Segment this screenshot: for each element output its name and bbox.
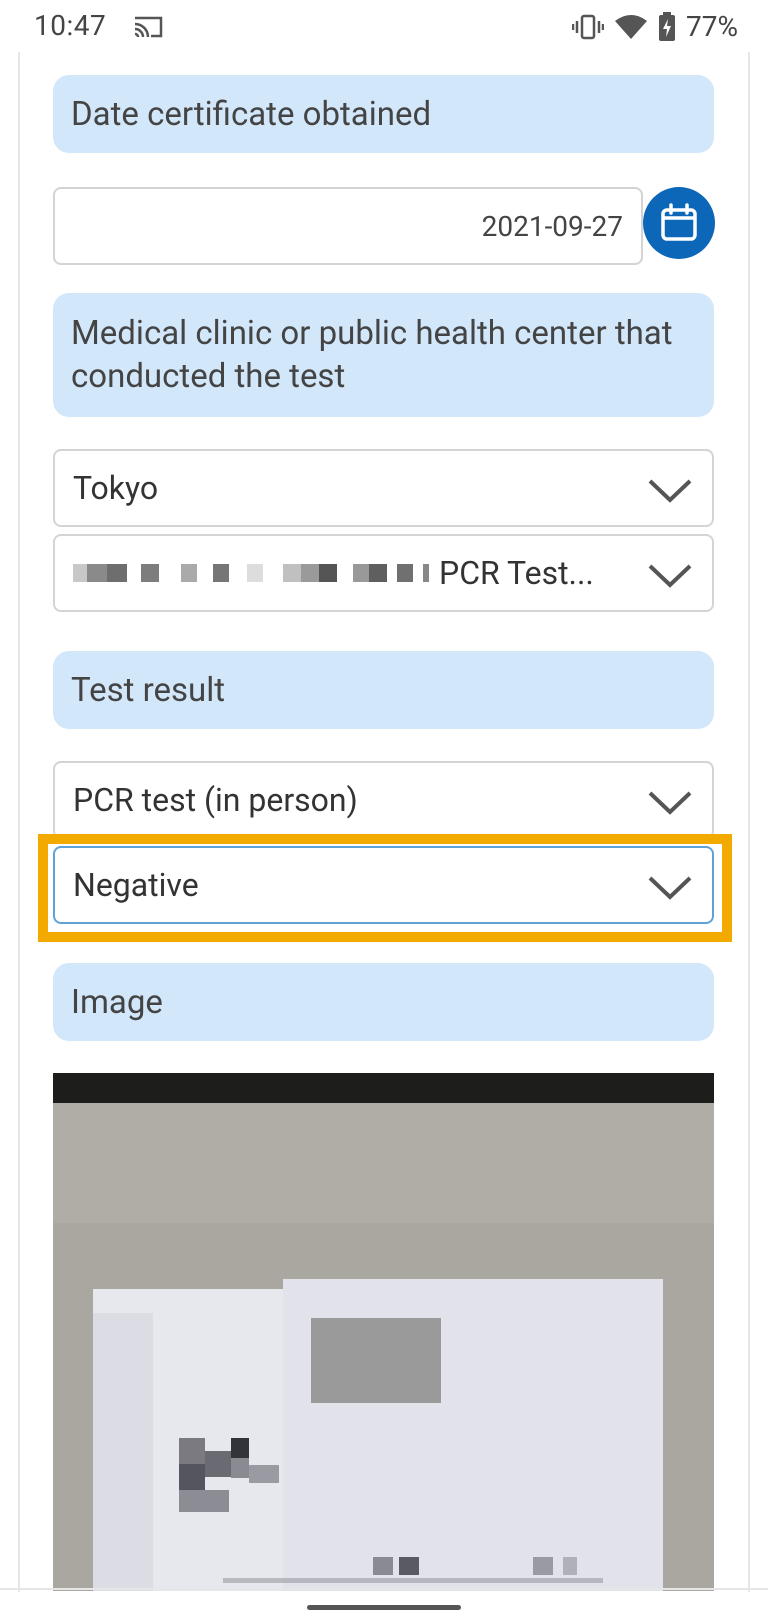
chevron-down-icon xyxy=(648,479,692,503)
vibrate-icon xyxy=(572,14,605,39)
prefecture-select[interactable]: Tokyo xyxy=(53,449,714,527)
result-label: Test result xyxy=(53,651,714,729)
calendar-button[interactable] xyxy=(643,187,715,259)
clinic-label: Medical clinic or public health center t… xyxy=(53,293,714,417)
result-value: Negative xyxy=(73,866,199,904)
date-input[interactable]: 2021-09-27 xyxy=(53,187,643,265)
image-label: Image xyxy=(53,963,714,1041)
date-value: 2021-09-27 xyxy=(481,209,623,243)
test-type-value: PCR test (in person) xyxy=(73,781,358,819)
chevron-down-icon xyxy=(648,791,692,815)
status-time: 10:47 xyxy=(34,9,107,42)
redacted-text xyxy=(73,563,429,583)
battery-percent: 77% xyxy=(686,10,738,43)
calendar-icon xyxy=(661,203,697,241)
certificate-photo xyxy=(53,1073,714,1591)
status-bar: 10:47 77% xyxy=(0,0,768,52)
date-label: Date certificate obtained xyxy=(53,75,714,153)
test-type-select[interactable]: PCR test (in person) xyxy=(53,761,714,839)
chevron-down-icon xyxy=(648,876,692,900)
certificate-image[interactable] xyxy=(53,1073,714,1591)
image-label-text: Image xyxy=(71,982,163,1022)
result-select[interactable]: Negative xyxy=(53,846,714,924)
home-indicator[interactable] xyxy=(307,1605,461,1610)
clinic-value: PCR Test... xyxy=(439,554,594,592)
nav-divider xyxy=(0,1588,768,1590)
date-label-text: Date certificate obtained xyxy=(71,94,432,134)
cast-icon xyxy=(134,16,163,38)
status-icons: 77% xyxy=(572,10,738,43)
clinic-label-text: Medical clinic or public health center t… xyxy=(71,314,673,396)
prefecture-value: Tokyo xyxy=(73,469,159,507)
chevron-down-icon xyxy=(648,564,692,588)
wifi-icon xyxy=(615,14,648,39)
result-label-text: Test result xyxy=(71,670,226,710)
battery-charging-icon xyxy=(659,11,676,41)
clinic-select[interactable]: PCR Test... xyxy=(53,534,714,612)
